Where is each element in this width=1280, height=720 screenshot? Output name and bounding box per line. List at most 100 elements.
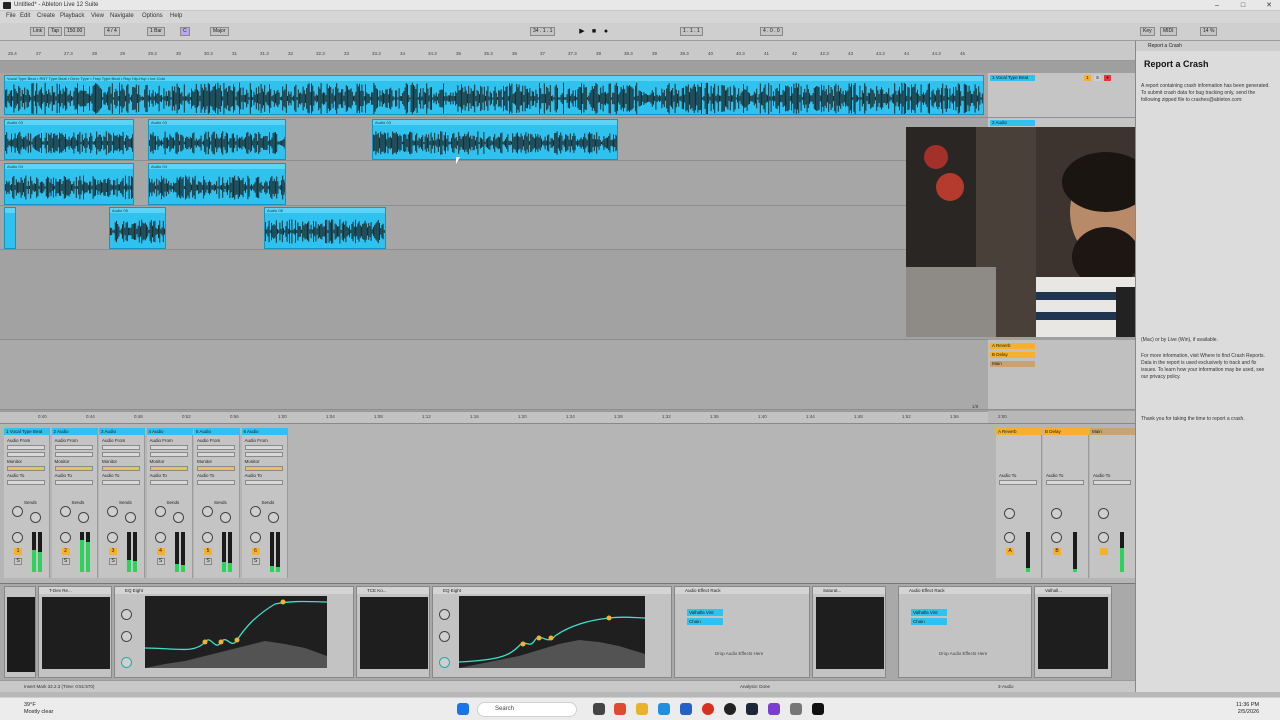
maximize-icon[interactable]: □: [1234, 1, 1252, 10]
play-icon[interactable]: ▶: [578, 27, 586, 36]
menu-options[interactable]: Options: [142, 13, 163, 19]
solo-button[interactable]: S: [251, 558, 260, 565]
settings-icon[interactable]: [790, 703, 802, 715]
chain-item[interactable]: Valhalla Vint: [687, 609, 723, 616]
send-a-knob[interactable]: [107, 506, 118, 517]
strip-title[interactable]: 4 Audio: [146, 428, 193, 435]
minimize-icon[interactable]: –: [1208, 1, 1226, 10]
monitor-auto-button[interactable]: [244, 466, 283, 471]
drop-zone-text[interactable]: Drop Audio Effects Here: [939, 651, 987, 656]
monitor-auto-button[interactable]: [197, 466, 235, 471]
audio-to-select[interactable]: [102, 480, 140, 485]
windows-start-icon[interactable]: [457, 703, 469, 715]
pan-knob[interactable]: [202, 532, 213, 543]
audio-clip[interactable]: Audio 04: [148, 163, 286, 205]
chain-item[interactable]: Chain: [687, 618, 723, 625]
track-lane-4[interactable]: Audio 05 Audio 05: [0, 206, 988, 250]
chrome-icon[interactable]: [702, 703, 714, 715]
track-activator[interactable]: A: [1006, 548, 1014, 555]
position-field[interactable]: 34 . 1 . 1: [530, 27, 556, 36]
app-icon-2[interactable]: [724, 703, 736, 715]
channel-select[interactable]: [244, 452, 283, 457]
audio-clip[interactable]: Audio 03: [4, 119, 134, 160]
track-activator[interactable]: 2: [61, 548, 70, 555]
stop-icon[interactable]: ■: [590, 27, 598, 36]
pan-knob[interactable]: [12, 532, 23, 543]
return-lanes[interactable]: [0, 340, 988, 410]
store-icon[interactable]: [680, 703, 692, 715]
mixer-strip[interactable]: 2 Audio Audio From Monitor Audio To Send…: [51, 428, 98, 578]
device-tce[interactable]: TCE Ko...: [356, 586, 430, 678]
channel-select[interactable]: [149, 452, 188, 457]
track-activator[interactable]: 1: [1084, 75, 1091, 81]
track-name[interactable]: 2 Audio: [990, 120, 1035, 126]
audio-clip[interactable]: [4, 207, 16, 249]
knob[interactable]: [121, 657, 132, 668]
strip-title[interactable]: 6 Audio: [241, 428, 288, 435]
audio-from-select[interactable]: [149, 445, 188, 450]
send-a-knob[interactable]: [12, 506, 23, 517]
track-activator[interactable]: B: [1053, 548, 1061, 555]
pan-knob[interactable]: [59, 532, 71, 543]
audio-from-select[interactable]: [54, 445, 93, 450]
key-map-button[interactable]: Key: [1140, 27, 1155, 36]
menu-file[interactable]: File: [6, 13, 16, 19]
device-eq-eight[interactable]: EQ Eight: [114, 586, 354, 678]
pan-knob[interactable]: [1098, 532, 1109, 543]
mixer-strip[interactable]: 1 Vocal Type Beat Audio From Monitor Aud…: [4, 428, 50, 578]
menu-navigate[interactable]: Navigate: [110, 13, 134, 19]
app-icon-3[interactable]: [768, 703, 780, 715]
send-b-knob[interactable]: [220, 512, 231, 523]
drop-zone-text[interactable]: Drop Audio Effects Here: [715, 651, 763, 656]
return-strip[interactable]: B Delay Audio To B: [1043, 428, 1089, 578]
audio-from-select[interactable]: [7, 445, 45, 450]
knob[interactable]: [439, 609, 450, 620]
track-lane-3[interactable]: Audio 04 Audio 04: [0, 161, 988, 206]
pan-knob[interactable]: [1004, 532, 1015, 543]
strip-title[interactable]: 5 Audio: [194, 428, 240, 435]
audio-clip[interactable]: Audio 05: [264, 207, 386, 249]
audio-to-select[interactable]: [999, 480, 1037, 485]
pan-knob[interactable]: [107, 532, 118, 543]
audio-from-select[interactable]: [244, 445, 283, 450]
strip-title[interactable]: A Reverb: [996, 428, 1042, 435]
monitor-auto-button[interactable]: [54, 466, 93, 471]
send-b-knob[interactable]: [267, 512, 279, 523]
app-icon[interactable]: [614, 703, 626, 715]
knob[interactable]: [439, 657, 450, 668]
pan-knob[interactable]: [154, 532, 166, 543]
send-knob[interactable]: [1004, 508, 1015, 519]
audio-clip[interactable]: Audio 03: [372, 119, 618, 160]
strip-title[interactable]: 2 Audio: [51, 428, 98, 435]
knob[interactable]: [121, 631, 132, 642]
device-audio-effect-rack-2[interactable]: Audio Effect Rack Valhalla Vint Chain Dr…: [898, 586, 1032, 678]
quantize-menu[interactable]: 1 Bar: [147, 27, 165, 36]
menu-playback[interactable]: Playback: [60, 13, 84, 19]
audio-from-select[interactable]: [102, 445, 140, 450]
return-name[interactable]: B Delay: [990, 352, 1035, 358]
channel-select[interactable]: [7, 452, 45, 457]
send-b-knob[interactable]: [125, 512, 136, 523]
link-button[interactable]: Link: [30, 27, 46, 36]
arm-button[interactable]: ●: [1104, 75, 1111, 81]
monitor-auto-button[interactable]: [7, 466, 45, 471]
send-knob[interactable]: [1051, 508, 1062, 519]
send-a-knob[interactable]: [249, 506, 261, 517]
return-strip[interactable]: A Reverb Audio To A: [996, 428, 1042, 578]
track-name[interactable]: 1 Vocal Type Beat: [990, 75, 1035, 81]
monitor-auto-button[interactable]: [102, 466, 140, 471]
send-a-knob[interactable]: [154, 506, 166, 517]
audio-to-select[interactable]: [54, 480, 93, 485]
menu-edit[interactable]: Edit: [20, 13, 30, 19]
send-knob[interactable]: [1098, 508, 1109, 519]
tempo-field[interactable]: 150.00: [64, 27, 86, 36]
send-b-knob[interactable]: [172, 512, 184, 523]
knob[interactable]: [121, 609, 132, 620]
solo-button[interactable]: S: [1094, 75, 1101, 81]
track-activator[interactable]: 6: [251, 548, 260, 555]
strip-title[interactable]: 3 Audio: [99, 428, 145, 435]
tap-button[interactable]: Tap: [48, 27, 63, 36]
audio-clip[interactable]: Audio 03: [148, 119, 286, 160]
strip-title[interactable]: B Delay: [1043, 428, 1089, 435]
audio-clip[interactable]: Audio 05: [109, 207, 166, 249]
